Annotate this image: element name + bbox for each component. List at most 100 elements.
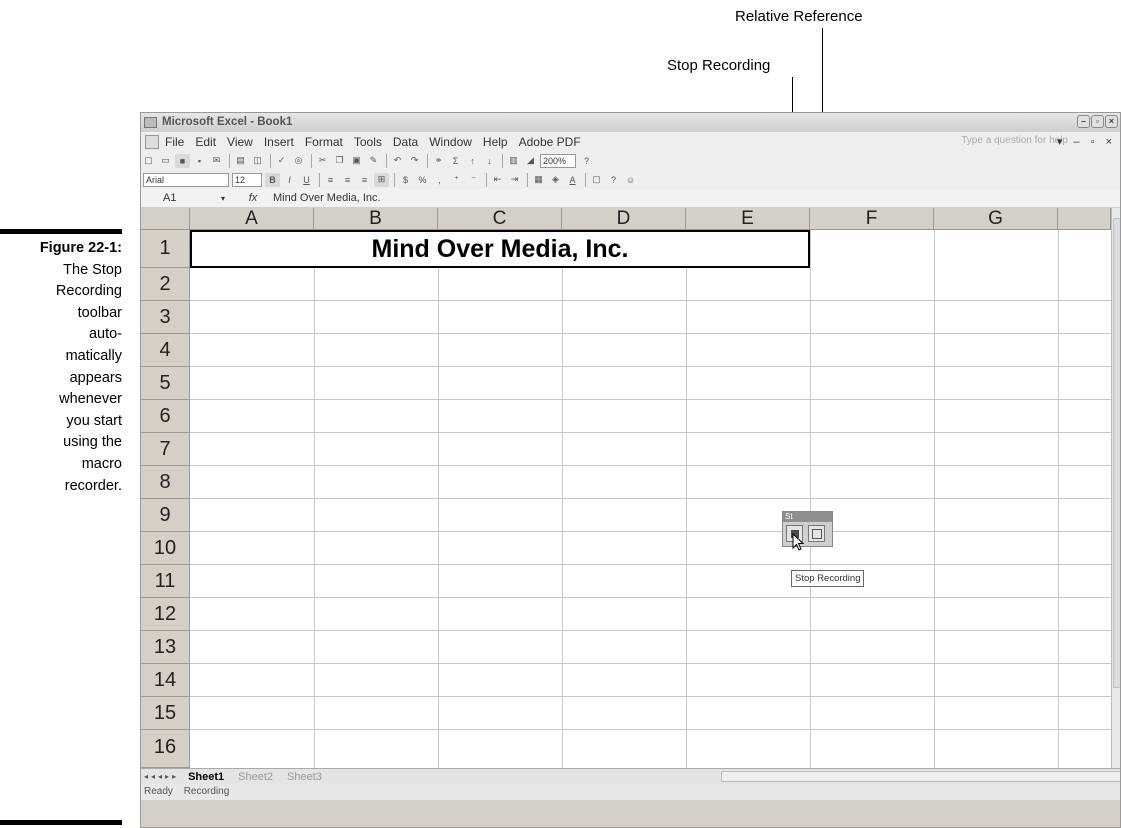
sort-ascending-icon[interactable]: ↑ <box>465 154 480 168</box>
font-name-select[interactable]: Arial <box>143 172 229 187</box>
underline-icon[interactable]: U <box>299 173 314 187</box>
help-icon[interactable]: ? <box>579 154 594 168</box>
menu-data[interactable]: Data <box>393 135 418 149</box>
decrease-indent-icon[interactable]: ⇤ <box>490 173 505 187</box>
close-icon[interactable]: × <box>1105 115 1118 128</box>
menu-edit[interactable]: Edit <box>195 135 216 149</box>
row-header-7[interactable]: 7 <box>141 433 190 466</box>
row-header-4[interactable]: 4 <box>141 334 190 367</box>
font-color-icon[interactable]: A <box>565 173 580 187</box>
font-size-select[interactable]: 12 <box>232 172 262 187</box>
scroll-thumb[interactable] <box>1113 218 1120 688</box>
horizontal-scrollbar[interactable] <box>721 771 1120 782</box>
hyperlink-icon[interactable]: ⚭ <box>431 154 446 168</box>
row-header-12[interactable]: 12 <box>141 598 190 631</box>
align-center-icon[interactable]: ≡ <box>340 173 355 187</box>
copy-icon[interactable]: ❐ <box>332 154 347 168</box>
workbook-controls[interactable]: ▾ – ▫ × <box>1057 135 1116 148</box>
percent-icon[interactable]: % <box>415 173 430 187</box>
print-preview-icon[interactable]: ◫ <box>250 154 265 168</box>
increase-indent-icon[interactable]: ⇥ <box>507 173 522 187</box>
fx-icon[interactable]: fx <box>233 192 273 204</box>
increase-decimal-icon[interactable]: ⁺ <box>449 173 464 187</box>
row-header-5[interactable]: 5 <box>141 367 190 400</box>
frame-icon[interactable]: ▢ <box>589 173 604 187</box>
maximize-icon[interactable]: ▫ <box>1091 115 1104 128</box>
column-header-d[interactable]: D <box>562 208 686 230</box>
vertical-scrollbar[interactable] <box>1111 208 1120 768</box>
row-header-2[interactable]: 2 <box>141 268 190 301</box>
borders-icon[interactable]: ▦ <box>531 173 546 187</box>
row-header-3[interactable]: 3 <box>141 301 190 334</box>
align-right-icon[interactable]: ≡ <box>357 173 372 187</box>
worksheet-grid[interactable]: A B C D E F G 1 2 3 4 5 6 7 8 9 10 11 12… <box>141 208 1111 768</box>
row-header-10[interactable]: 10 <box>141 532 190 565</box>
save-icon[interactable]: ■ <box>175 153 190 168</box>
tab-navigation-icon[interactable]: ◂◂◂▸▸ <box>144 772 179 781</box>
column-header-c[interactable]: C <box>438 208 562 230</box>
row-header-8[interactable]: 8 <box>141 466 190 499</box>
question-icon[interactable]: ? <box>606 173 621 187</box>
row-header-1[interactable]: 1 <box>141 230 190 268</box>
name-box[interactable]: A1 <box>141 192 221 204</box>
bold-icon[interactable]: B <box>265 172 280 187</box>
redo-icon[interactable]: ↷ <box>407 154 422 168</box>
undo-icon[interactable]: ↶ <box>390 154 405 168</box>
format-painter-icon[interactable]: ✎ <box>366 154 381 168</box>
merged-cell-a1-e1[interactable]: Mind Over Media, Inc. <box>190 230 810 268</box>
paste-icon[interactable]: ▣ <box>349 154 364 168</box>
chart-wizard-icon[interactable]: ▥ <box>506 154 521 168</box>
decrease-decimal-icon[interactable]: ⁻ <box>466 173 481 187</box>
stop-toolbar-title[interactable]: St <box>783 512 832 522</box>
research-icon[interactable]: ◎ <box>291 154 306 168</box>
italic-icon[interactable]: I <box>282 173 297 187</box>
menu-adobe-pdf[interactable]: Adobe PDF <box>519 135 581 149</box>
email-icon[interactable]: ✉ <box>209 154 224 168</box>
name-box-dropdown-icon[interactable]: ▾ <box>221 194 233 203</box>
print-icon[interactable]: ▤ <box>233 154 248 168</box>
new-icon[interactable]: ▢ <box>141 154 156 168</box>
comma-icon[interactable]: , <box>432 173 447 187</box>
column-header-h[interactable] <box>1058 208 1111 230</box>
relative-reference-button[interactable] <box>808 525 825 542</box>
merge-center-icon[interactable]: ⊞ <box>374 172 389 187</box>
fill-color-icon[interactable]: ◈ <box>548 173 563 187</box>
help-question-input[interactable]: Type a question for help <box>961 135 1068 146</box>
open-icon[interactable]: ▭ <box>158 154 173 168</box>
autosum-icon[interactable]: Σ <box>448 154 463 168</box>
menu-window[interactable]: Window <box>429 135 472 149</box>
column-header-g[interactable]: G <box>934 208 1058 230</box>
menu-tools[interactable]: Tools <box>354 135 382 149</box>
row-header-14[interactable]: 14 <box>141 664 190 697</box>
row-header-11[interactable]: 11 <box>141 565 190 598</box>
menu-file[interactable]: File <box>165 135 184 149</box>
minimize-icon[interactable]: – <box>1077 115 1090 128</box>
column-header-b[interactable]: B <box>314 208 438 230</box>
column-header-f[interactable]: F <box>810 208 934 230</box>
menu-insert[interactable]: Insert <box>264 135 294 149</box>
menu-format[interactable]: Format <box>305 135 343 149</box>
select-all-corner[interactable] <box>141 208 190 230</box>
menu-view[interactable]: View <box>227 135 253 149</box>
formula-input[interactable]: Mind Over Media, Inc. <box>273 192 381 204</box>
tab-sheet1[interactable]: Sheet1 <box>183 771 229 783</box>
drawing-icon[interactable]: ◢ <box>523 154 538 168</box>
zoom-select[interactable]: 200% <box>540 153 576 168</box>
column-header-e[interactable]: E <box>686 208 810 230</box>
column-header-a[interactable]: A <box>190 208 314 230</box>
spelling-icon[interactable]: ✓ <box>274 154 289 168</box>
align-left-icon[interactable]: ≡ <box>323 173 338 187</box>
menu-help[interactable]: Help <box>483 135 508 149</box>
smiley-icon[interactable]: ☺ <box>623 173 638 187</box>
currency-icon[interactable]: $ <box>398 173 413 187</box>
cut-icon[interactable]: ✂ <box>315 154 330 168</box>
row-header-9[interactable]: 9 <box>141 499 190 532</box>
tab-sheet3[interactable]: Sheet3 <box>282 771 327 783</box>
row-header-16[interactable]: 16 <box>141 730 190 768</box>
sort-descending-icon[interactable]: ↓ <box>482 154 497 168</box>
permission-icon[interactable]: ▪ <box>192 154 207 168</box>
row-header-6[interactable]: 6 <box>141 400 190 433</box>
tab-sheet2[interactable]: Sheet2 <box>233 771 278 783</box>
row-header-13[interactable]: 13 <box>141 631 190 664</box>
row-header-15[interactable]: 15 <box>141 697 190 730</box>
